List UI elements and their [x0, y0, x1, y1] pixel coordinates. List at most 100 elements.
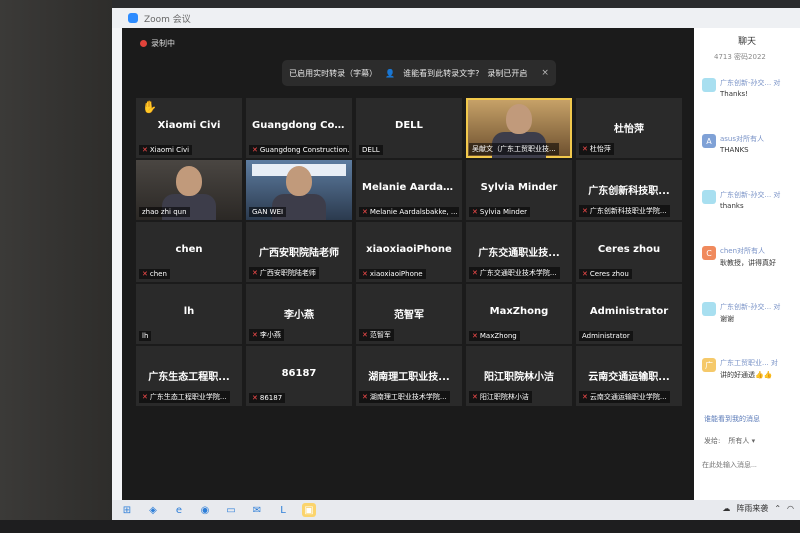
participant-tile[interactable]: Guangdong Con... ✕ Guangdong Construction.…: [246, 98, 352, 158]
participant-name: 湖南理工职业技...: [368, 372, 450, 383]
edge-icon-2[interactable]: ◉: [198, 503, 212, 517]
chevron-up-icon[interactable]: ⌃: [774, 504, 781, 513]
participant-label-text: Melanie Aardalsbakke, ...: [369, 208, 458, 216]
meeting-id: 4713 密码2022: [714, 53, 766, 61]
participant-label: ✕ xiaoxiaoiPhone: [359, 269, 426, 279]
participant-tile[interactable]: 吴献文（广东工贸职业技...: [466, 98, 572, 158]
send-to-row: 发给: 所有人 ▾: [704, 436, 755, 446]
participant-label-text: Xiaomi Civi: [149, 146, 190, 154]
participant-face: [506, 104, 532, 134]
message-text: thanks: [720, 202, 744, 210]
chat-message: 广东创新-孙交... 对谢谢: [702, 302, 800, 334]
message-sender: 广东创新-孙交... 对: [720, 303, 781, 311]
participant-tile[interactable]: DELL DELL: [356, 98, 462, 158]
participant-name: Guangdong Con...: [252, 120, 352, 131]
mic-muted-icon: ✕: [472, 208, 478, 216]
participant-label-text: 云南交通运输职业学院...: [589, 393, 667, 401]
edge-icon[interactable]: e: [172, 503, 186, 517]
participant-label: lh: [139, 331, 152, 341]
participant-tile[interactable]: Administrator Administrator: [576, 284, 682, 344]
participant-tile[interactable]: 广西安职院陆老师 ✕ 广西安职院陆老师: [246, 222, 352, 282]
chat-input[interactable]: [702, 450, 798, 480]
participant-tile[interactable]: 86187 ✕ 86187: [246, 346, 352, 406]
explorer-icon[interactable]: ▭: [224, 503, 238, 517]
room-floor: [0, 520, 800, 533]
participant-label: GAN WEI: [249, 207, 287, 217]
participant-tile[interactable]: 广东生态工程职... ✕ 广东生态工程职业学院...: [136, 346, 242, 406]
participant-label-text: GAN WEI: [252, 208, 284, 216]
chat-message: 广广东工贸职业... 对讲的好通透👍👍: [702, 358, 800, 390]
participant-tile[interactable]: lh lh: [136, 284, 242, 344]
mic-muted-icon: ✕: [252, 146, 258, 154]
participant-label-text: 李小燕: [259, 331, 281, 339]
chat-message: 广东创新-孙交... 对 thanks: [702, 190, 800, 222]
windows-taskbar: ⊞ ◈ e ◉ ▭ ✉ L ▣ ☁ 阵雨来袭 ⌃ ◠: [112, 500, 800, 520]
participant-face: [176, 166, 202, 196]
participant-name: 杜怡萍: [614, 124, 644, 135]
participant-label: Administrator: [579, 331, 633, 341]
mic-muted-icon: ✕: [582, 207, 588, 215]
participant-tile[interactable]: Ceres zhou ✕ Ceres zhou: [576, 222, 682, 282]
chat-message: Cchen对所有人 耿教授，讲得真好: [702, 246, 800, 278]
message-sender: 广东创新-孙交... 对: [720, 191, 781, 199]
close-icon[interactable]: ×: [541, 68, 549, 78]
transcript-note[interactable]: 谁能看到我的消息: [704, 414, 760, 424]
participant-name: 李小燕: [284, 310, 314, 321]
participant-tile[interactable]: 范智军 ✕ 范智军: [356, 284, 462, 344]
participant-tile[interactable]: GAN WEI: [246, 160, 352, 220]
participant-label-text: Administrator: [582, 332, 630, 340]
participant-tile[interactable]: 云南交通运输职... ✕ 云南交通运输职业学院...: [576, 346, 682, 406]
participant-name: lh: [183, 306, 195, 317]
send-to-select[interactable]: 所有人 ▾: [728, 436, 755, 446]
avatar: [702, 302, 716, 316]
participant-tile[interactable]: 杜怡萍 ✕ 杜怡萍: [576, 98, 682, 158]
weather-text[interactable]: 阵雨来袭: [736, 503, 768, 514]
participant-name: 广西安职院陆老师: [259, 248, 339, 259]
participant-tile[interactable]: 李小燕 ✕ 李小燕: [246, 284, 352, 344]
participant-name: Administrator: [589, 306, 669, 317]
photo-frame: Zoom 会议 录制中 已启用实时转录（字幕） 👤 谁能看到此转录文字? 录制已…: [0, 0, 800, 533]
participant-label: ✕ 杜怡萍: [579, 143, 614, 155]
wifi-icon[interactable]: ◠: [787, 504, 794, 513]
participant-name: MaxZhong: [489, 306, 549, 317]
projected-screen: Zoom 会议 录制中 已启用实时转录（字幕） 👤 谁能看到此转录文字? 录制已…: [112, 8, 800, 520]
participant-tile[interactable]: Sylvia Minder ✕ Sylvia Minder: [466, 160, 572, 220]
participant-label-text: xiaoxiaoiPhone: [369, 270, 423, 278]
transcript-who-link[interactable]: 谁能看到此转录文字?: [403, 68, 479, 79]
message-text: 谢谢: [720, 315, 734, 323]
recording-indicator[interactable]: 录制中: [140, 38, 175, 49]
room-wall: [0, 0, 112, 533]
participant-label: zhao zhi qun: [139, 207, 190, 217]
participant-tile[interactable]: 广东创新科技职... ✕ 广东创新科技职业学院...: [576, 160, 682, 220]
participant-label: ✕ 范智军: [359, 329, 394, 341]
participant-label: ✕ 云南交通运输职业学院...: [579, 391, 670, 403]
mic-muted-icon: ✕: [472, 269, 478, 277]
participant-tile[interactable]: zhao zhi qun: [136, 160, 242, 220]
participant-name: 广东交通职业技...: [478, 248, 560, 259]
lark-icon[interactable]: L: [276, 503, 290, 517]
mic-muted-icon: ✕: [142, 146, 148, 154]
participant-tile[interactable]: MaxZhong ✕ MaxZhong: [466, 284, 572, 344]
participant-tile[interactable]: 湖南理工职业技... ✕ 湖南理工职业技术学院...: [356, 346, 462, 406]
mic-muted-icon: ✕: [362, 393, 368, 401]
participant-tile[interactable]: Melanie Aardals... ✕ Melanie Aardalsbakke,…: [356, 160, 462, 220]
participant-tile[interactable]: xiaoxiaoiPhone ✕ xiaoxiaoiPhone: [356, 222, 462, 282]
windows-icon[interactable]: ⊞: [120, 503, 134, 517]
mic-muted-icon: ✕: [362, 208, 368, 216]
participant-label-text: 广东创新科技职业学院...: [589, 207, 667, 215]
zoom-icon[interactable]: ▣: [302, 503, 316, 517]
participant-tile[interactable]: chen ✕ chen: [136, 222, 242, 282]
participant-name: 广东创新科技职...: [588, 186, 670, 197]
widgets-icon[interactable]: ◈: [146, 503, 160, 517]
participant-name: Xiaomi Civi: [157, 120, 221, 131]
window-titlebar: Zoom 会议: [112, 8, 800, 28]
participant-tile[interactable]: ✋ Xiaomi Civi ✕ Xiaomi Civi: [136, 98, 242, 158]
message-text: 讲的好通透👍👍: [720, 371, 773, 379]
mail-icon[interactable]: ✉: [250, 503, 264, 517]
participant-name: chen: [175, 244, 203, 255]
recording-label: 录制中: [151, 39, 175, 48]
participant-tile[interactable]: 广东交通职业技... ✕ 广东交通职业技术学院...: [466, 222, 572, 282]
participant-tile[interactable]: 阳江职院林小洁 ✕ 阳江职院林小洁: [466, 346, 572, 406]
weather-icon[interactable]: ☁: [722, 504, 730, 513]
participant-label: ✕ MaxZhong: [469, 331, 520, 341]
